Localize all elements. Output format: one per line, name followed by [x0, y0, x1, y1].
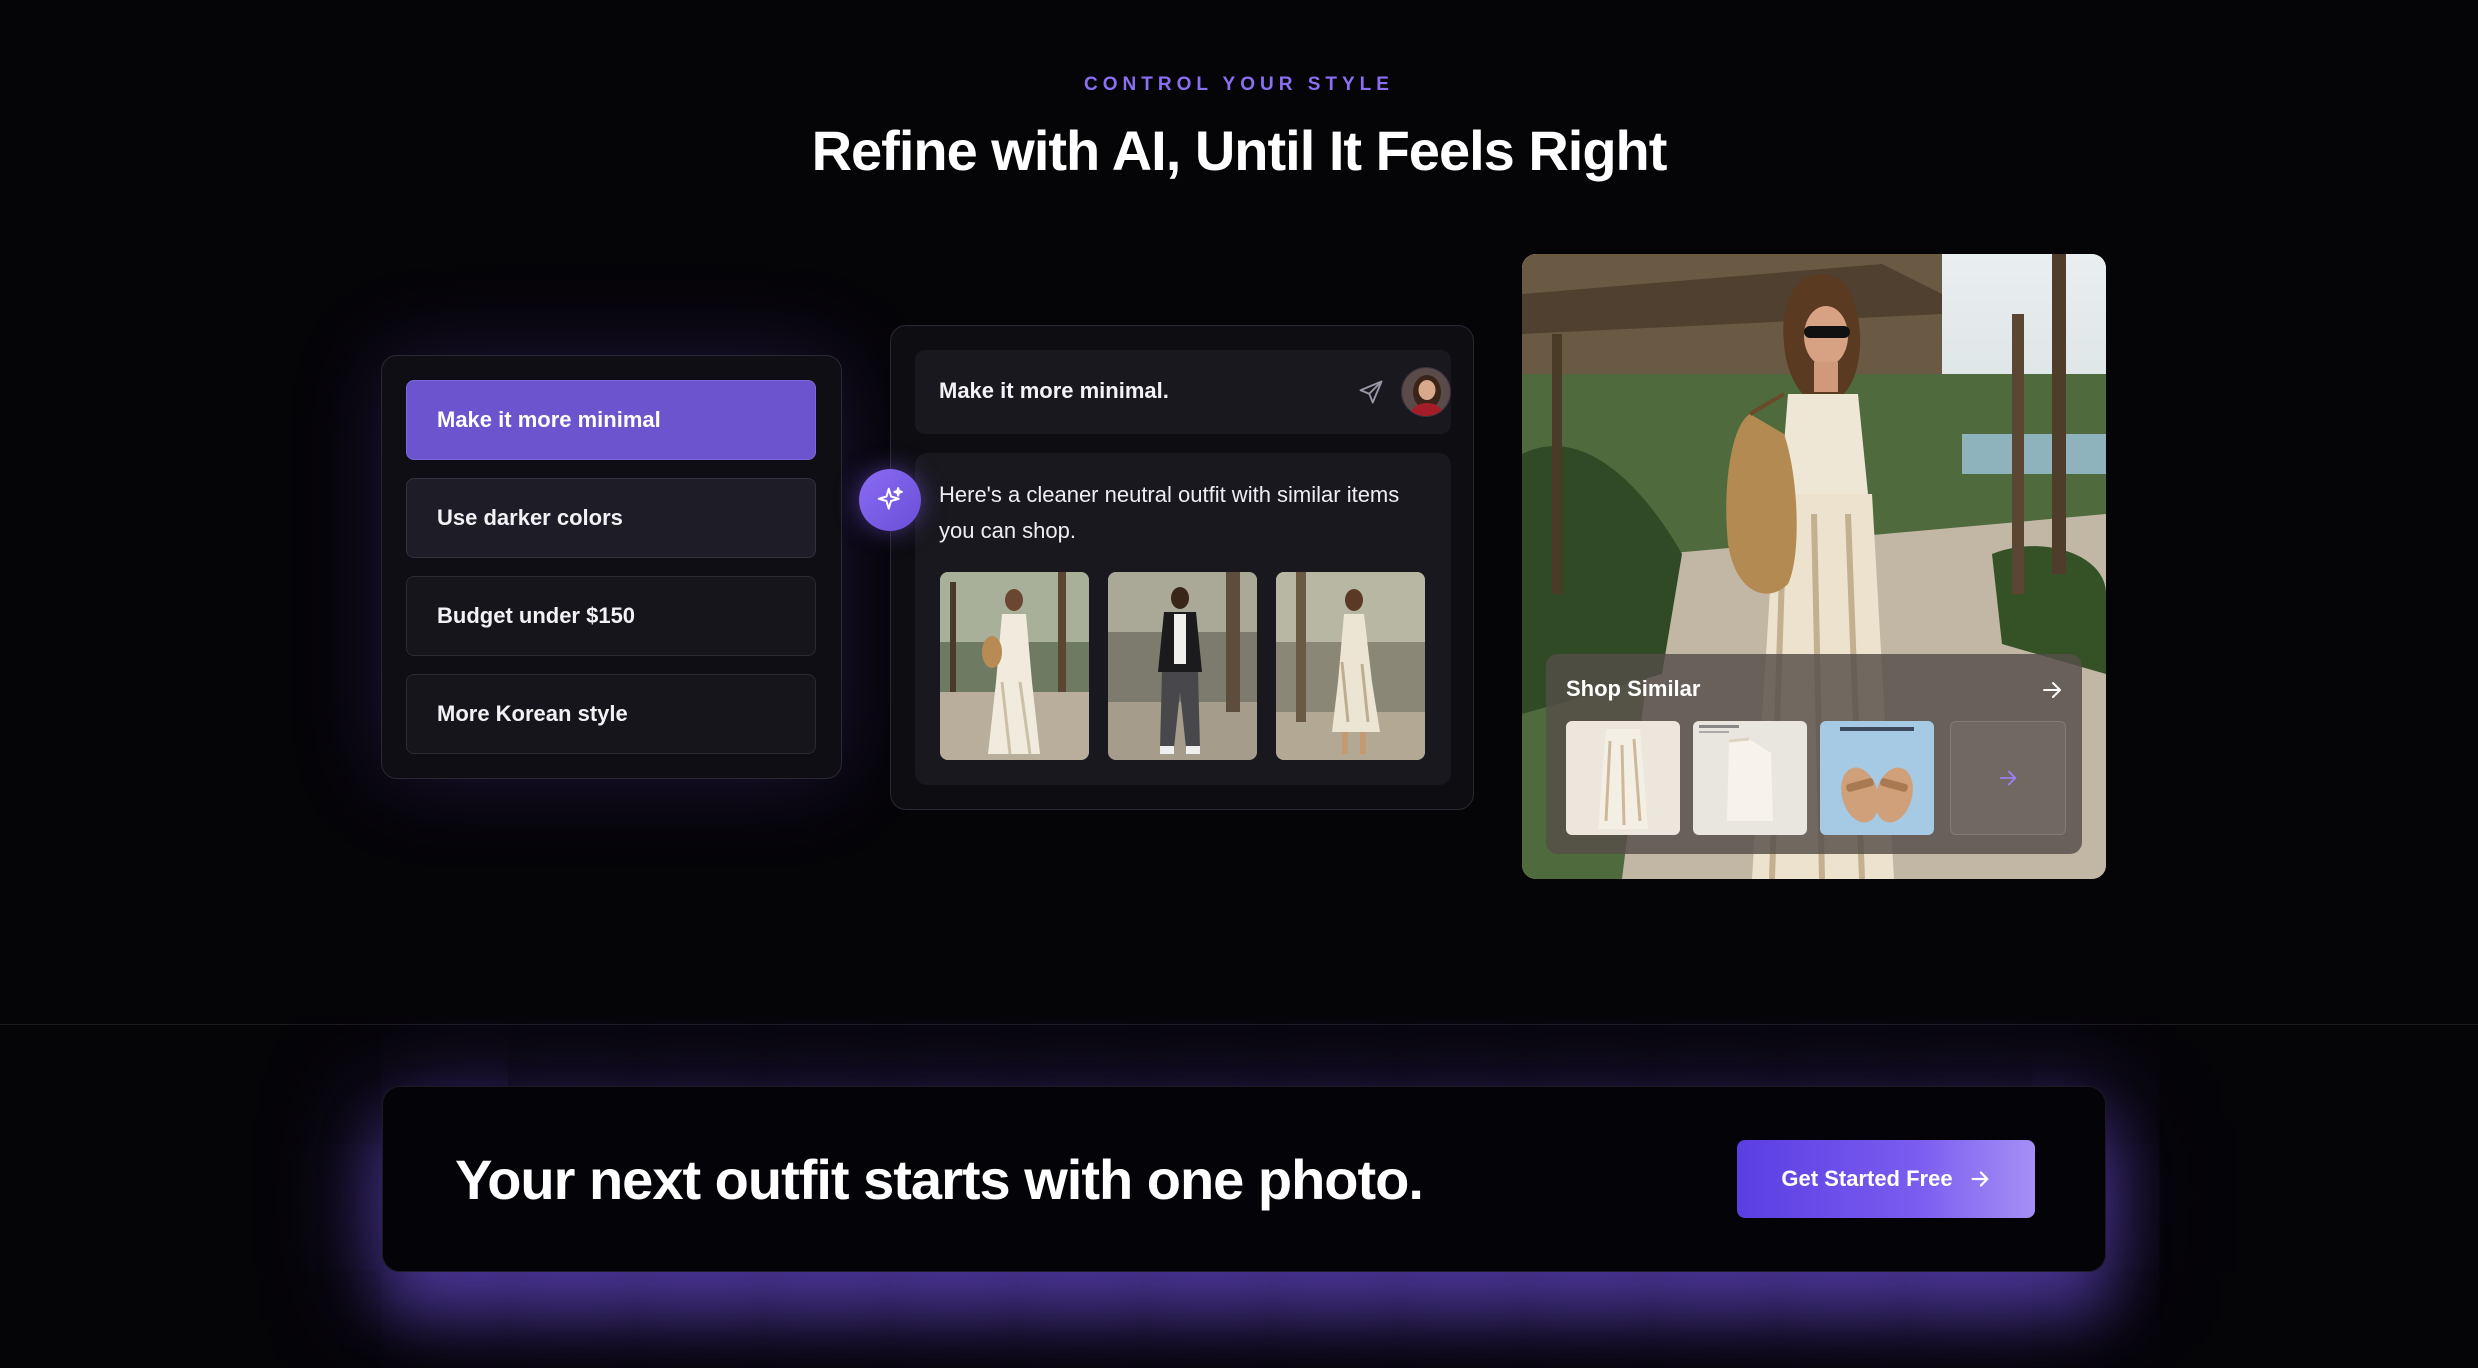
arrow-right-icon[interactable] [2040, 678, 2064, 702]
ai-reply-bubble: Here's a cleaner neutral outfit with sim… [915, 453, 1451, 785]
arrow-right-icon [1971, 1171, 1989, 1187]
ai-reply-text: Here's a cleaner neutral outfit with sim… [939, 482, 1400, 543]
user-message: Make it more minimal. [939, 378, 1169, 403]
avatar [1401, 367, 1451, 417]
shop-more-button[interactable] [1950, 721, 2066, 835]
shop-similar-panel: Shop Similar [1546, 654, 2082, 854]
section-divider [0, 1024, 2478, 1025]
outfit-suggestion-image[interactable] [1108, 572, 1257, 760]
result-photo-card: Shop Similar [1522, 254, 2106, 879]
section-eyebrow: CONTROL YOUR STYLE [1084, 74, 1394, 95]
suggestion-darker-colors[interactable]: Use darker colors [406, 478, 816, 558]
ai-chat-card: Make it more minimal. Here's a cleaner n… [890, 325, 1474, 810]
suggestion-korean-style[interactable]: More Korean style [406, 674, 816, 754]
page: CONTROL YOUR STYLE Refine with AI, Until… [0, 0, 2478, 1368]
product-thumbnail[interactable] [1820, 721, 1934, 835]
section-title: Refine with AI, Until It Feels Right [811, 119, 1668, 182]
product-thumbnail[interactable] [1693, 721, 1807, 835]
chat-input-row[interactable]: Make it more minimal. [915, 350, 1451, 434]
cta-headline: Your next outfit starts with one photo. [455, 1148, 1424, 1211]
outfit-suggestion-image[interactable] [940, 572, 1089, 760]
shop-similar-title: Shop Similar [1566, 676, 1701, 701]
sparkles-icon [859, 469, 921, 531]
get-started-label: Get Started Free [1781, 1166, 1953, 1191]
product-thumbnail[interactable] [1566, 721, 1680, 835]
refinement-suggestions-card: Make it more minimal Use darker colors B… [381, 355, 842, 779]
suggestion-budget[interactable]: Budget under $150 [406, 576, 816, 656]
send-icon[interactable] [1357, 378, 1385, 406]
get-started-button[interactable]: Get Started Free [1737, 1140, 2035, 1218]
outfit-suggestion-image[interactable] [1276, 572, 1425, 760]
suggestion-make-minimal[interactable]: Make it more minimal [406, 380, 816, 460]
arrow-right-icon [1999, 770, 2017, 786]
cta-banner: Your next outfit starts with one photo. … [382, 1086, 2106, 1272]
